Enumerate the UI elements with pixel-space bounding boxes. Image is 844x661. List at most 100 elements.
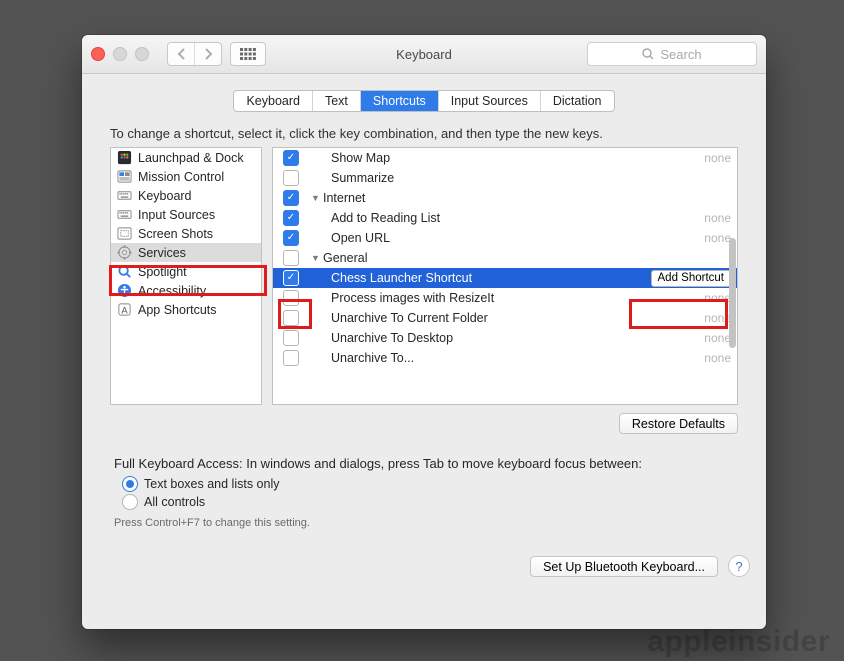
show-all-button[interactable] [230, 42, 266, 66]
sidebar-item-input-sources[interactable]: Input Sources [111, 205, 261, 224]
window-controls [91, 47, 149, 61]
checkbox[interactable] [283, 250, 299, 266]
radio-label: Text boxes and lists only [144, 477, 280, 491]
sidebar-item-label: Screen Shots [138, 227, 213, 241]
accessibility-icon [117, 283, 132, 298]
keyboard-icon [117, 207, 132, 222]
checkbox[interactable] [283, 210, 299, 226]
nav-back-forward [167, 42, 222, 66]
shortcut-row[interactable]: Open URLnone [273, 228, 737, 248]
mission-icon [117, 169, 132, 184]
tab-bar: KeyboardTextShortcutsInput SourcesDictat… [82, 90, 766, 112]
shortcut-row[interactable]: Chess Launcher ShortcutAdd Shortcut [273, 268, 737, 288]
shortcut-value: none [704, 291, 731, 305]
back-button[interactable] [168, 43, 194, 65]
sidebar-item-label: Mission Control [138, 170, 224, 184]
launchpad-icon [117, 150, 132, 165]
screenshot-icon [117, 226, 132, 241]
checkbox[interactable] [283, 190, 299, 206]
checkbox[interactable] [283, 310, 299, 326]
row-label: Open URL [331, 231, 704, 245]
shortcut-row[interactable]: Summarize [273, 168, 737, 188]
row-label: General [323, 251, 731, 265]
row-label: Unarchive To... [331, 351, 704, 365]
sidebar-item-label: Accessibility [138, 284, 206, 298]
tab-keyboard[interactable]: Keyboard [234, 91, 312, 111]
checkbox[interactable] [283, 230, 299, 246]
sidebar-item-label: App Shortcuts [138, 303, 217, 317]
fka-radio-option[interactable]: Text boxes and lists only [122, 475, 726, 493]
tab-dictation[interactable]: Dictation [540, 91, 614, 111]
shortcut-row[interactable]: Process images with ResizeItnone [273, 288, 737, 308]
help-button[interactable]: ? [728, 555, 750, 577]
checkbox[interactable] [283, 330, 299, 346]
instructions-text: To change a shortcut, select it, click t… [110, 126, 738, 141]
checkbox[interactable] [283, 150, 299, 166]
row-label: Chess Launcher Shortcut [331, 271, 651, 285]
shortcut-row[interactable]: Add to Reading Listnone [273, 208, 737, 228]
checkbox[interactable] [283, 290, 299, 306]
spotlight-icon [117, 264, 132, 279]
sidebar-item-keyboard[interactable]: Keyboard [111, 186, 261, 205]
shortcut-value: none [704, 231, 731, 245]
row-label: Unarchive To Current Folder [331, 311, 704, 325]
checkbox[interactable] [283, 350, 299, 366]
sidebar-item-label: Spotlight [138, 265, 187, 279]
gear-icon [117, 245, 132, 260]
full-keyboard-access-label: Full Keyboard Access: In windows and dia… [114, 456, 734, 471]
restore-defaults-button[interactable]: Restore Defaults [619, 413, 738, 434]
category-row[interactable]: ▼Internet [273, 188, 737, 208]
preferences-window: Keyboard Search KeyboardTextShortcutsInp… [82, 35, 766, 629]
scrollbar-thumb[interactable] [729, 238, 736, 348]
radio-label: All controls [144, 495, 205, 509]
radio-button[interactable] [122, 476, 138, 492]
disclosure-triangle-icon[interactable]: ▼ [311, 253, 321, 263]
close-window-button[interactable] [91, 47, 105, 61]
sidebar-item-app-shortcuts[interactable]: A App Shortcuts [111, 300, 261, 319]
full-keyboard-access-options: Text boxes and lists only All controls [122, 475, 726, 511]
shortcut-row[interactable]: Unarchive To Current Foldernone [273, 308, 737, 328]
watermark-text: appleinsider [647, 625, 830, 659]
row-label: Internet [323, 191, 731, 205]
sidebar-item-label: Launchpad & Dock [138, 151, 244, 165]
row-label: Show Map [331, 151, 704, 165]
sidebar-item-screen-shots[interactable]: Screen Shots [111, 224, 261, 243]
search-placeholder: Search [660, 47, 701, 62]
sidebar-item-spotlight[interactable]: Spotlight [111, 262, 261, 281]
keyboard-icon [117, 188, 132, 203]
shortcut-value: none [704, 351, 731, 365]
search-icon [642, 48, 654, 60]
shortcut-value: none [704, 151, 731, 165]
sidebar-item-services[interactable]: Services [111, 243, 261, 262]
search-field[interactable]: Search [587, 42, 757, 66]
shortcuts-list[interactable]: Show MapnoneSummarize▼InternetAdd to Rea… [272, 147, 738, 405]
tab-input-sources[interactable]: Input Sources [438, 91, 540, 111]
shortcut-row[interactable]: Unarchive To...none [273, 348, 737, 368]
add-shortcut-button[interactable]: Add Shortcut [651, 270, 731, 287]
row-label: Unarchive To Desktop [331, 331, 704, 345]
checkbox[interactable] [283, 170, 299, 186]
bluetooth-keyboard-button[interactable]: Set Up Bluetooth Keyboard... [530, 556, 718, 577]
disclosure-triangle-icon[interactable]: ▼ [311, 193, 321, 203]
row-label: Summarize [331, 171, 731, 185]
fka-radio-option[interactable]: All controls [122, 493, 726, 511]
checkbox[interactable] [283, 270, 299, 286]
sidebar-item-label: Input Sources [138, 208, 215, 222]
sidebar-item-accessibility[interactable]: Accessibility [111, 281, 261, 300]
minimize-window-button[interactable] [113, 47, 127, 61]
shortcut-row[interactable]: Unarchive To Desktopnone [273, 328, 737, 348]
appshort-icon: A [117, 302, 132, 317]
fka-hint: Press Control+F7 to change this setting. [114, 517, 734, 529]
row-label: Process images with ResizeIt [331, 291, 704, 305]
zoom-window-button[interactable] [135, 47, 149, 61]
tab-shortcuts[interactable]: Shortcuts [360, 91, 438, 111]
sidebar-item-launchpad-dock[interactable]: Launchpad & Dock [111, 148, 261, 167]
forward-button[interactable] [194, 43, 221, 65]
titlebar: Keyboard Search [82, 35, 766, 74]
radio-button[interactable] [122, 494, 138, 510]
category-row[interactable]: ▼General [273, 248, 737, 268]
sidebar-item-mission-control[interactable]: Mission Control [111, 167, 261, 186]
tab-text[interactable]: Text [312, 91, 360, 111]
category-sidebar[interactable]: Launchpad & Dock Mission Control Keyboard I… [110, 147, 262, 405]
shortcut-row[interactable]: Show Mapnone [273, 148, 737, 168]
